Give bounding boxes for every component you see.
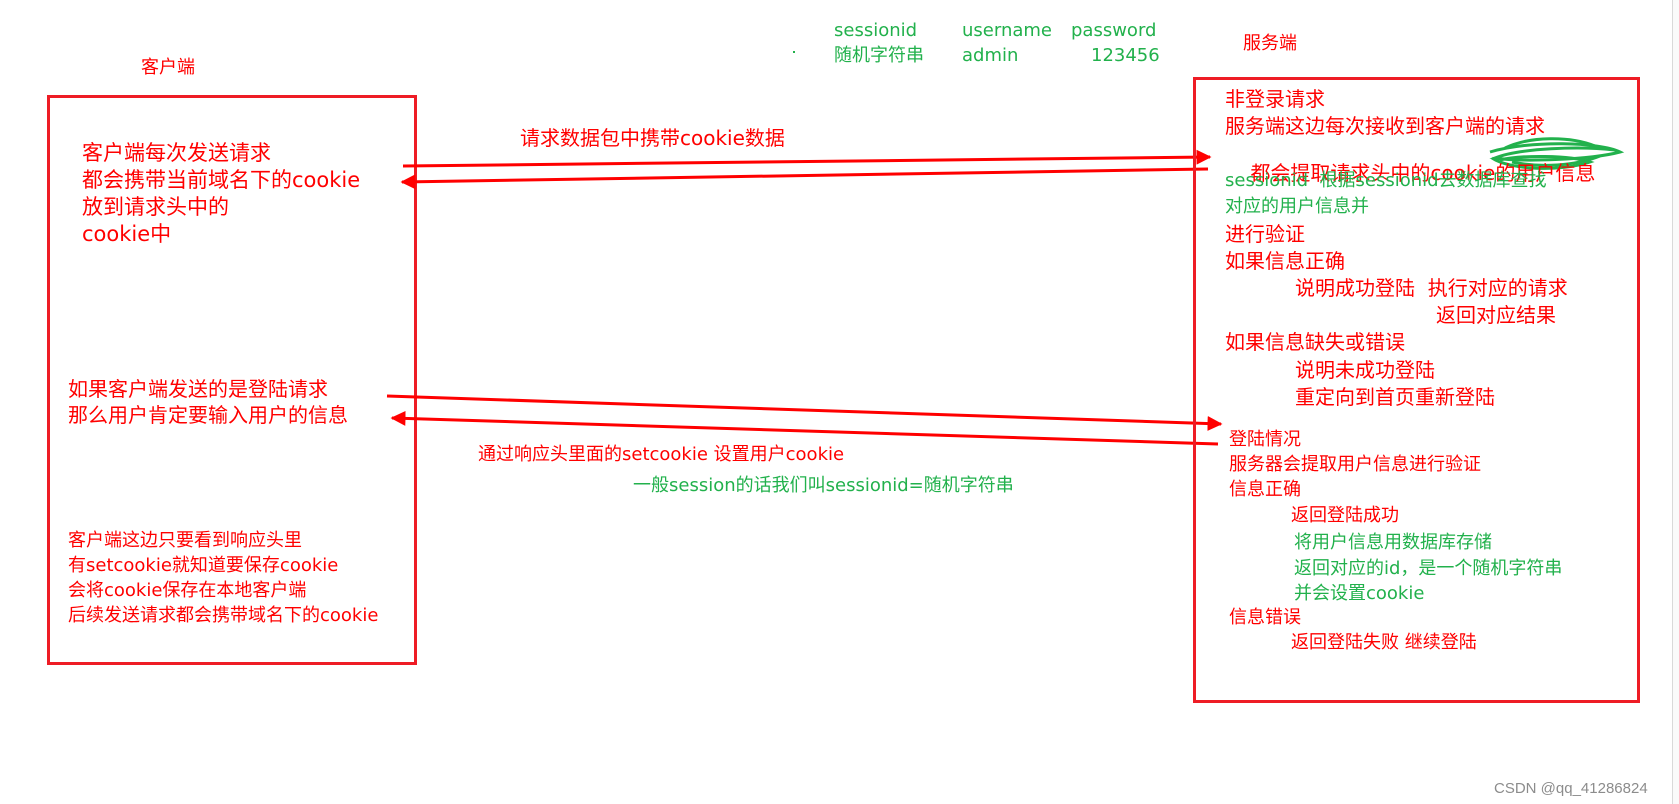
response-caption: 通过响应头里面的setcookie 设置用户cookie [478, 444, 845, 465]
server-text-line: 信息正确 [1229, 479, 1301, 500]
server-text-line: 并会设置cookie [1294, 583, 1425, 604]
server-text-line: 如果信息缺失或错误 [1225, 330, 1405, 354]
server-text-line: 对应的用户信息并 [1225, 196, 1369, 217]
right-margin [1673, 0, 1679, 804]
login-request-arrow [386, 394, 1223, 432]
server-text-line: 将用户信息用数据库存储 [1294, 532, 1492, 553]
server-text-line: 返回登陆失败 继续登陆 [1291, 632, 1477, 653]
server-text-line: 登陆情况 [1229, 429, 1301, 450]
watermark: CSDN @qq_41286824 [1494, 780, 1648, 797]
response-arrow [400, 167, 1209, 190]
server-text-line: 重定向到首页重新登陆 [1295, 385, 1495, 409]
server-text-line: 进行验证 [1225, 222, 1305, 246]
server-text-line: 返回对应结果 [1436, 303, 1556, 327]
session-note: 一般session的话我们叫sessionid=随机字符串 [633, 475, 1014, 496]
server-text-line: sessionid 根据sessionid去数据库查找 [1225, 170, 1547, 191]
server-text-line: 说明未成功登陆 [1295, 358, 1435, 382]
server-text-line: 信息错误 [1229, 607, 1301, 628]
login-response-arrow [390, 410, 1219, 446]
server-text-line: 服务端这边每次接收到客户端的请求 [1225, 114, 1545, 138]
server-text-line: 说明成功登陆 执行对应的请求 [1295, 276, 1568, 300]
request-caption: 请求数据包中携带cookie数据 [520, 126, 785, 150]
server-text-line: 服务器会提取用户信息进行验证 [1229, 454, 1481, 475]
server-text-line: 返回对应的id，是一个随机字符串 [1294, 558, 1563, 579]
server-text-line: 如果信息正确 [1225, 249, 1345, 273]
server-text-line: 返回登陆成功 [1291, 505, 1399, 526]
server-text-line: 非登录请求 [1225, 87, 1325, 111]
request-arrow [402, 149, 1212, 168]
